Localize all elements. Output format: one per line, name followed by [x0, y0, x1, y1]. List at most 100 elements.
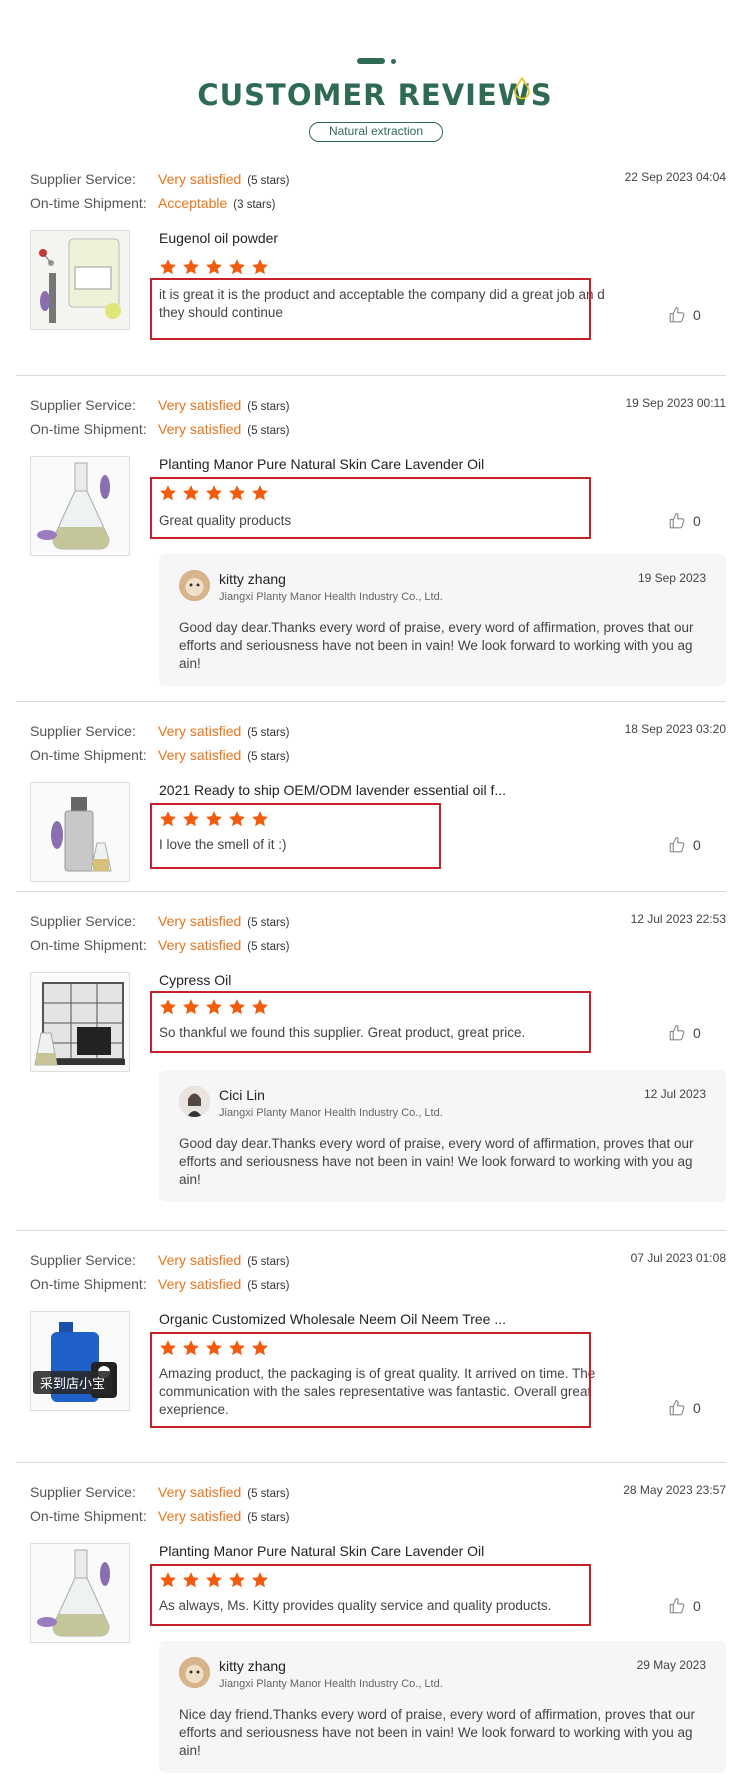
avatar	[179, 570, 210, 601]
review-date: 19 Sep 2023 00:11	[625, 396, 726, 410]
reply-text: Good day dear.Thanks every word of prais…	[179, 620, 694, 671]
supplier-service-value: Very satisfied	[158, 171, 242, 187]
shipment-row: On-time Shipment: Acceptable (3 stars)	[30, 194, 275, 212]
supplier-service-value: Very satisfied	[158, 723, 242, 739]
like-count: 0	[693, 1400, 701, 1417]
reply-company: Jiangxi Planty Manor Health Industry Co.…	[219, 1678, 443, 1690]
product-image[interactable]	[30, 782, 130, 882]
shipment-value: Very satisfied	[158, 1276, 242, 1292]
thumbs-up-icon	[669, 307, 685, 323]
supplier-service-row: Supplier Service: Very satisfied (5 stars)	[30, 1251, 289, 1269]
product-image[interactable]	[30, 1543, 130, 1643]
header-decoration-dot	[391, 59, 396, 64]
supplier-service-label: Supplier Service:	[30, 913, 136, 929]
reply-date: 29 May 2023	[636, 1658, 706, 1672]
shipment-value: Very satisfied	[158, 1508, 242, 1524]
review-card: Supplier Service: Very satisfied (5 stars)…	[16, 1463, 726, 1782]
highlight-box	[150, 1332, 591, 1428]
supplier-service-value: Very satisfied	[158, 913, 242, 929]
highlight-box	[150, 803, 441, 869]
reply-company: Jiangxi Planty Manor Health Industry Co.…	[219, 591, 443, 603]
like-button[interactable]: 0	[668, 836, 701, 856]
shipment-value: Acceptable	[158, 195, 228, 211]
reply-date: 12 Jul 2023	[643, 1087, 706, 1101]
like-count: 0	[693, 837, 701, 854]
like-button[interactable]: 0	[668, 1597, 701, 1617]
supplier-service-row: Supplier Service: Very satisfied (5 stars)	[30, 396, 289, 414]
reply-author-name: kitty zhang	[219, 571, 286, 587]
product-image[interactable]	[30, 456, 130, 556]
supplier-service-row: Supplier Service: Very satisfied (5 stars)	[30, 170, 289, 188]
shipment-stars: (5 stars)	[247, 425, 290, 437]
product-image[interactable]	[30, 972, 130, 1072]
shipment-label: On-time Shipment:	[30, 747, 147, 763]
reply-text: Good day dear.Thanks every word of prais…	[179, 1136, 694, 1187]
product-name[interactable]: Eugenol oil powder	[159, 230, 278, 246]
page-title: CUSTOMER REVIEWS	[197, 78, 553, 112]
supplier-service-stars: (5 stars)	[247, 1488, 290, 1500]
product-image[interactable]	[30, 230, 130, 330]
supplier-service-stars: (5 stars)	[247, 401, 290, 413]
review-card: Supplier Service: Very satisfied (5 stars)…	[16, 702, 726, 892]
header-decoration-dash	[357, 58, 385, 64]
supplier-service-row: Supplier Service: Very satisfied (5 stars)	[30, 1483, 289, 1501]
review-card: Supplier Service: Very satisfied (5 stars)…	[16, 150, 726, 376]
star-icon	[252, 259, 268, 275]
supplier-reply: kitty zhang Jiangxi Planty Manor Health …	[159, 554, 726, 686]
thumbs-up-icon	[669, 513, 685, 529]
like-button[interactable]: 0	[668, 1024, 701, 1044]
star-icon	[229, 259, 245, 275]
shipment-label: On-time Shipment:	[30, 421, 147, 437]
like-button[interactable]: 0	[668, 306, 701, 326]
star-icon	[160, 259, 176, 275]
shipment-stars: (5 stars)	[247, 941, 290, 953]
shipment-row: On-time Shipment: Very satisfied (5 stars)	[30, 746, 289, 764]
like-count: 0	[693, 1025, 701, 1042]
supplier-service-label: Supplier Service:	[30, 1252, 136, 1268]
shipment-row: On-time Shipment: Very satisfied (5 stars)	[30, 420, 289, 438]
avatar	[179, 1657, 210, 1688]
shipment-stars: (3 stars)	[233, 199, 276, 211]
reply-company: Jiangxi Planty Manor Health Industry Co.…	[219, 1107, 443, 1119]
supplier-service-row: Supplier Service: Very satisfied (5 stars)	[30, 722, 289, 740]
shipment-value: Very satisfied	[158, 937, 242, 953]
shipment-stars: (5 stars)	[247, 1512, 290, 1524]
shipment-label: On-time Shipment:	[30, 195, 147, 211]
supplier-service-value: Very satisfied	[158, 1484, 242, 1500]
like-button[interactable]: 0	[668, 512, 701, 532]
shipment-label: On-time Shipment:	[30, 937, 147, 953]
reply-author-name: kitty zhang	[219, 1658, 286, 1674]
supplier-service-label: Supplier Service:	[30, 1484, 136, 1500]
shipment-value: Very satisfied	[158, 421, 242, 437]
star-icon	[206, 259, 222, 275]
product-name[interactable]: 2021 Ready to ship OEM/ODM lavender esse…	[159, 782, 506, 798]
product-name[interactable]: Organic Customized Wholesale Neem Oil Ne…	[159, 1311, 506, 1327]
image-caption: 采到店小宝	[33, 1371, 113, 1394]
thumbs-up-icon	[669, 837, 685, 853]
thumbs-up-icon	[669, 1400, 685, 1416]
like-button[interactable]: 0	[668, 1399, 701, 1419]
supplier-service-label: Supplier Service:	[30, 171, 136, 187]
review-date: 22 Sep 2023 04:04	[624, 170, 726, 184]
product-image[interactable]: 采到店小宝	[30, 1311, 130, 1411]
reviews-header: CUSTOMER REVIEWS Natural extraction	[0, 0, 750, 145]
product-name[interactable]: Planting Manor Pure Natural Skin Care La…	[159, 456, 484, 472]
avatar	[179, 1086, 210, 1117]
supplier-reply: kitty zhang Jiangxi Planty Manor Health …	[159, 1641, 726, 1773]
shipment-row: On-time Shipment: Very satisfied (5 stars)	[30, 936, 289, 954]
reply-text: Nice day friend.Thanks every word of pra…	[179, 1707, 695, 1758]
shipment-stars: (5 stars)	[247, 751, 290, 763]
product-name[interactable]: Planting Manor Pure Natural Skin Care La…	[159, 1543, 484, 1559]
supplier-reply: Cici Lin Jiangxi Planty Manor Health Ind…	[159, 1070, 726, 1202]
product-name[interactable]: Cypress Oil	[159, 972, 231, 988]
shipment-stars: (5 stars)	[247, 1280, 290, 1292]
shipment-label: On-time Shipment:	[30, 1508, 147, 1524]
supplier-service-stars: (5 stars)	[247, 917, 290, 929]
supplier-service-label: Supplier Service:	[30, 723, 136, 739]
shipment-label: On-time Shipment:	[30, 1276, 147, 1292]
highlight-box	[150, 477, 591, 539]
oil-drop-icon	[514, 76, 530, 100]
supplier-service-stars: (5 stars)	[247, 175, 290, 187]
thumbs-up-icon	[669, 1598, 685, 1614]
reply-author-name: Cici Lin	[219, 1087, 265, 1103]
